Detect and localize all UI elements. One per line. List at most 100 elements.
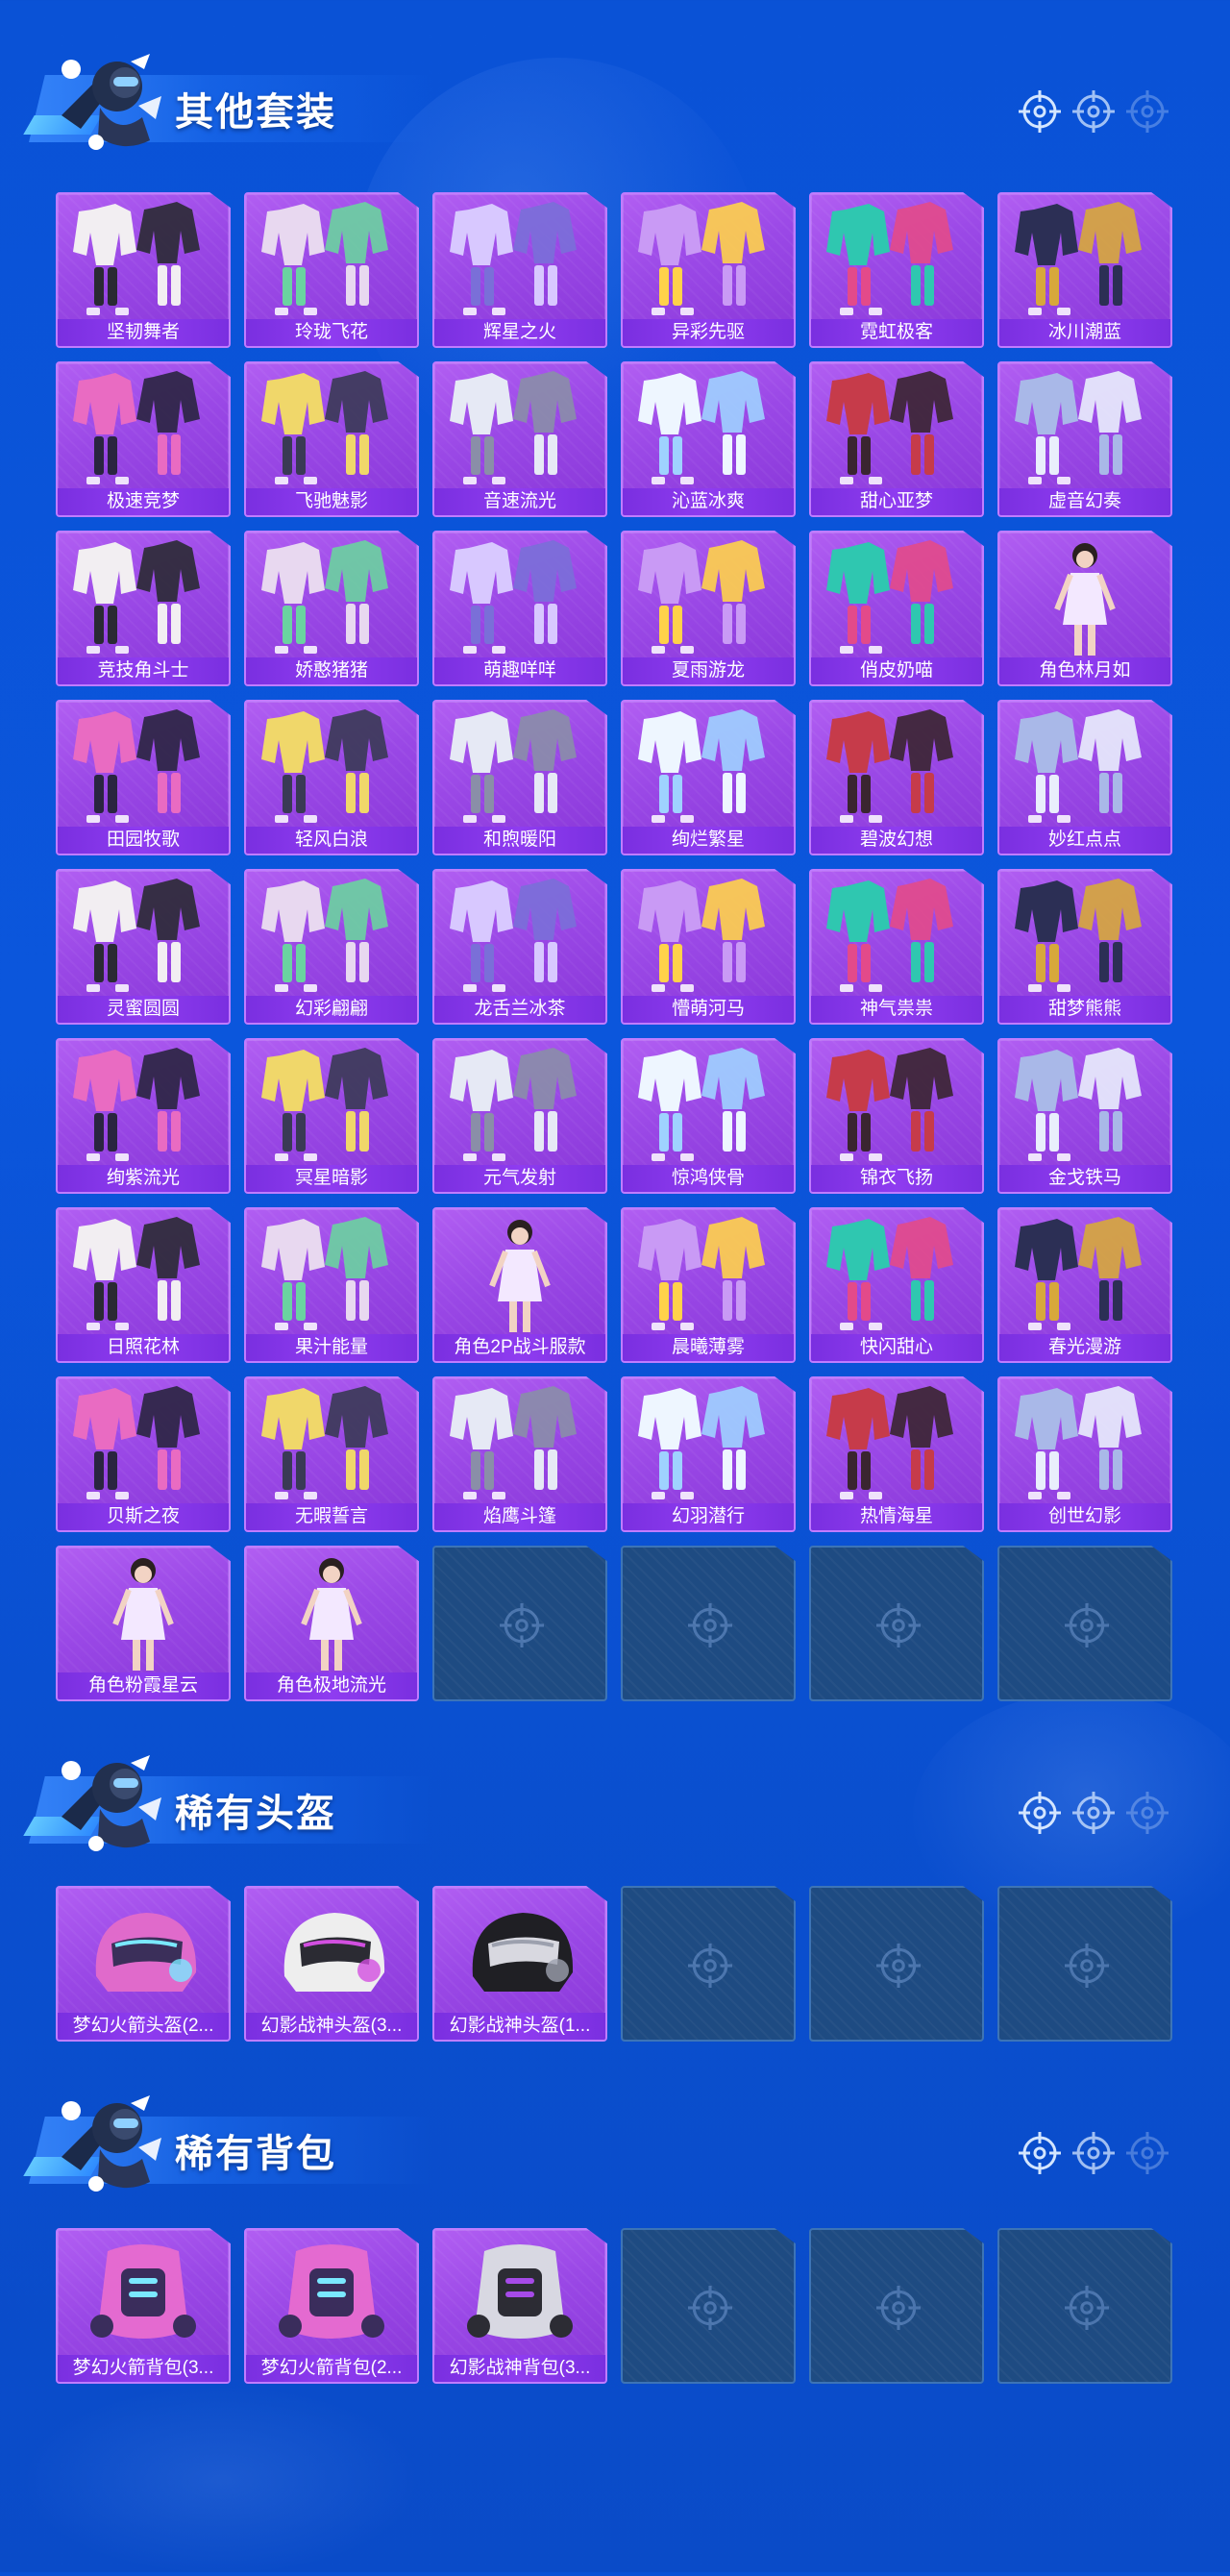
outfit-pink-icon [246, 533, 417, 661]
mascot-icon [42, 2090, 167, 2195]
crosshair-icon [1126, 1792, 1168, 1834]
item-name: 元气发射 [434, 1165, 605, 1192]
item-card[interactable]: 果汁能量 [244, 1207, 419, 1363]
item-card[interactable]: 绚烂繁星 [621, 700, 796, 855]
outfit-star-icon [623, 702, 794, 830]
item-name: 坚韧舞者 [58, 319, 229, 346]
item-card[interactable]: 热情海星 [809, 1376, 984, 1532]
item-card[interactable]: 神气祟祟 [809, 869, 984, 1025]
item-name: 幻影战神头盔(3... [246, 2013, 417, 2040]
item-card[interactable]: 异彩先驱 [621, 192, 796, 348]
item-card[interactable]: 梦幻火箭背包(3... [56, 2228, 231, 2384]
outfit-racer-pink-icon [58, 363, 229, 492]
item-card[interactable]: 虚音幻奏 [997, 361, 1172, 517]
outfit-butterfly-icon [246, 871, 417, 1000]
item-card[interactable]: 龙舌兰冰茶 [432, 869, 607, 1025]
item-name: 角色林月如 [999, 657, 1170, 684]
outfit-mist-icon [623, 1209, 794, 1338]
item-card[interactable]: 快闪甜心 [809, 1207, 984, 1363]
empty-slot [997, 2228, 1172, 2384]
item-name: 角色2P战斗服款 [434, 1334, 605, 1361]
item-card[interactable]: 田园牧歌 [56, 700, 231, 855]
item-card[interactable]: 贝斯之夜 [56, 1376, 231, 1532]
item-name: 碧波幻想 [811, 827, 982, 854]
item-card[interactable]: 绚紫流光 [56, 1038, 231, 1194]
item-name: 梦幻火箭背包(3... [58, 2355, 229, 2382]
item-card[interactable]: 角色2P战斗服款 [432, 1207, 607, 1363]
item-name: 焰鹰斗篷 [434, 1503, 605, 1530]
item-card[interactable]: 创世幻影 [997, 1376, 1172, 1532]
item-name: 冰川潮蓝 [999, 319, 1170, 346]
item-card[interactable]: 玲珑飞花 [244, 192, 419, 348]
item-card[interactable]: 轻风白浪 [244, 700, 419, 855]
item-card[interactable]: 辉星之火 [432, 192, 607, 348]
item-card[interactable]: 娇憨猪猪 [244, 531, 419, 686]
item-card[interactable]: 极速竞梦 [56, 361, 231, 517]
item-card[interactable]: 甜梦熊熊 [997, 869, 1172, 1025]
item-card[interactable]: 锦衣飞扬 [809, 1038, 984, 1194]
item-card[interactable]: 俏皮奶喵 [809, 531, 984, 686]
outfit-launch-icon [434, 1040, 605, 1169]
outfit-lime-icon [434, 871, 605, 1000]
item-card[interactable]: 冰川潮蓝 [997, 192, 1172, 348]
item-card[interactable]: 和煦暖阳 [432, 700, 607, 855]
item-card[interactable]: 竞技角斗士 [56, 531, 231, 686]
reticle-icons [1019, 2132, 1182, 2174]
item-name: 霓虹极客 [811, 319, 982, 346]
item-card[interactable]: 梦幻火箭背包(2... [244, 2228, 419, 2384]
background-parachute-decoration [19, 2384, 423, 2576]
item-card[interactable]: 元气发射 [432, 1038, 607, 1194]
item-card[interactable]: 幻影战神头盔(1... [432, 1886, 607, 2042]
item-card[interactable]: 惊鸿侠骨 [621, 1038, 796, 1194]
item-card[interactable]: 幻影战神背包(3... [432, 2228, 607, 2384]
item-name: 灵蜜圆圆 [58, 996, 229, 1023]
outfit-robe-icon [811, 1040, 982, 1169]
item-card[interactable]: 沁蓝冰爽 [621, 361, 796, 517]
item-name: 龙舌兰冰茶 [434, 996, 605, 1023]
item-card[interactable]: 碧波幻想 [809, 700, 984, 855]
outfit-floral-icon [246, 194, 417, 323]
empty-slot [997, 1886, 1172, 2042]
outfit-purple-icon [434, 194, 605, 323]
item-card[interactable]: 角色粉霞星云 [56, 1546, 231, 1701]
crosshair-icon [876, 2286, 921, 2330]
item-name: 甜梦熊熊 [999, 996, 1170, 1023]
item-card[interactable]: 晨曦薄雾 [621, 1207, 796, 1363]
item-card[interactable]: 幻羽潜行 [621, 1376, 796, 1532]
outfit-dark-gold-icon [999, 194, 1170, 323]
item-card[interactable]: 幻彩翩翩 [244, 869, 419, 1025]
outfit-general-icon [999, 1040, 1170, 1169]
item-card[interactable]: 无暇誓言 [244, 1376, 419, 1532]
item-name: 快闪甜心 [811, 1334, 982, 1361]
item-card[interactable]: 春光漫游 [997, 1207, 1172, 1363]
item-name: 梦幻火箭头盔(2... [58, 2013, 229, 2040]
item-card[interactable]: 金戈铁马 [997, 1038, 1172, 1194]
item-card[interactable]: 飞驰魅影 [244, 361, 419, 517]
item-name: 幻影战神头盔(1... [434, 2013, 605, 2040]
item-card[interactable]: 懵萌河马 [621, 869, 796, 1025]
item-card[interactable]: 夏雨游龙 [621, 531, 796, 686]
item-card[interactable]: 角色极地流光 [244, 1546, 419, 1701]
item-card[interactable]: 音速流光 [432, 361, 607, 517]
section-title: 稀有头盔 [175, 1793, 336, 1835]
item-card[interactable]: 坚韧舞者 [56, 192, 231, 348]
outfit-racer-gold-icon [246, 363, 417, 492]
item-card[interactable]: 冥星暗影 [244, 1038, 419, 1194]
outfit-starfish-icon [811, 1378, 982, 1507]
item-name: 幻彩翩翩 [246, 996, 417, 1023]
item-card[interactable]: 幻影战神头盔(3... [244, 1886, 419, 2042]
outfit-red-icon [811, 363, 982, 492]
item-card[interactable]: 日照花林 [56, 1207, 231, 1363]
item-name: 娇憨猪猪 [246, 657, 417, 684]
item-card[interactable]: 萌趣咩咩 [432, 531, 607, 686]
item-card[interactable]: 角色林月如 [997, 531, 1172, 686]
item-card[interactable]: 灵蜜圆圆 [56, 869, 231, 1025]
item-card[interactable]: 梦幻火箭头盔(2... [56, 1886, 231, 2042]
item-card[interactable]: 焰鹰斗篷 [432, 1376, 607, 1532]
item-card[interactable]: 妙红点点 [997, 700, 1172, 855]
crosshair-icon [688, 2286, 732, 2330]
item-card[interactable]: 霓虹极客 [809, 192, 984, 348]
section-title: 其他套装 [175, 91, 336, 134]
item-card[interactable]: 甜心亚梦 [809, 361, 984, 517]
item-name: 角色粉霞星云 [58, 1672, 229, 1699]
